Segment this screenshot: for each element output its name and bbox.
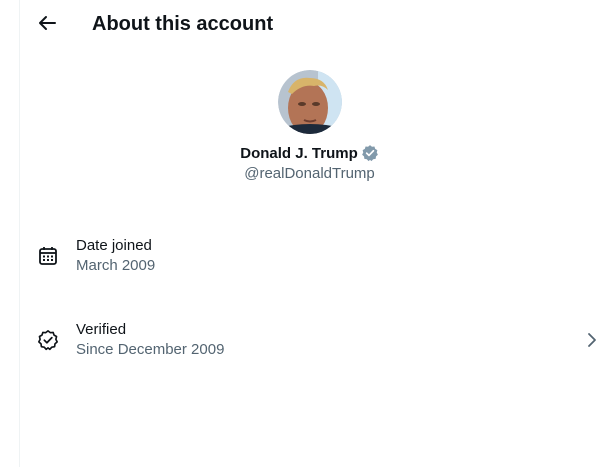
avatar-image <box>277 70 342 134</box>
avatar[interactable] <box>277 70 342 134</box>
chevron-right-icon[interactable] <box>585 331 599 349</box>
name-row: Donald J. Trump <box>20 143 599 163</box>
page-title: About this account <box>92 13 274 35</box>
back-button[interactable] <box>32 8 62 38</box>
date-joined-row: Date joined March 2009 <box>20 228 599 284</box>
display-name: Donald J. Trump <box>240 144 358 162</box>
verified-label: Verified <box>76 321 127 338</box>
verified-row[interactable]: Verified Since December 2009 <box>20 312 599 368</box>
page-header: About this account <box>20 0 599 52</box>
back-arrow-icon <box>39 16 56 30</box>
verified-value: Since December 2009 <box>76 341 225 358</box>
date-joined-value: March 2009 <box>76 257 156 274</box>
username-handle: @realDonaldTrump <box>244 165 375 182</box>
verified-badge-icon <box>361 145 378 162</box>
profile-summary: Donald J. Trump @realDonaldTrump <box>20 70 599 184</box>
date-joined-text: Date joined March 2009 <box>76 236 155 276</box>
calendar-icon <box>37 245 59 267</box>
verified-text: Verified Since December 2009 <box>76 320 224 360</box>
verified-badge-icon <box>37 329 59 351</box>
date-joined-label: Date joined <box>76 237 152 254</box>
